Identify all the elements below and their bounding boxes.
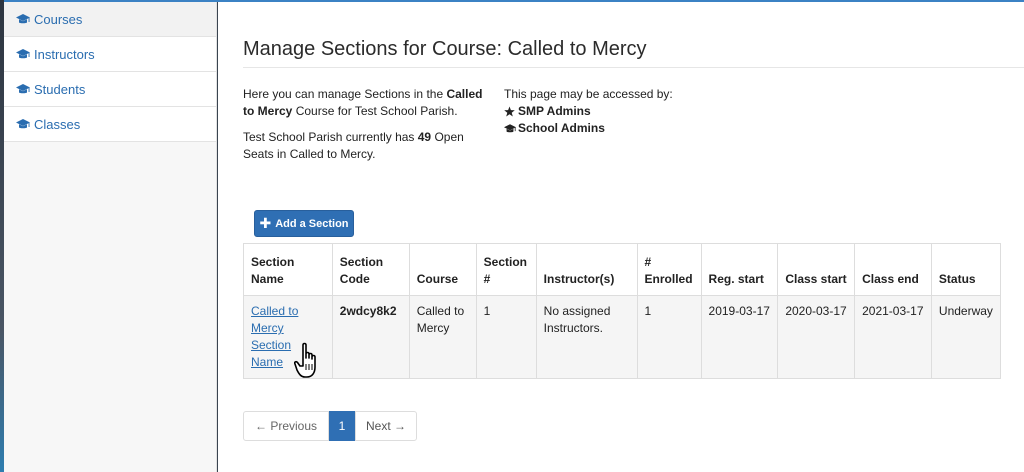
col-course[interactable]: Course — [408, 243, 477, 296]
hand-pointer-cursor-icon — [294, 342, 316, 378]
open-seats-count: 49 — [417, 130, 432, 144]
cell-class-start: 2020-03-17 — [777, 295, 856, 379]
previous-page-button[interactable]: ← Previous — [243, 411, 329, 441]
cell-status: Underway — [930, 295, 1002, 379]
col-enrolled[interactable]: # Enrolled — [636, 243, 702, 296]
role-label: SMP Admins — [518, 104, 591, 118]
seats-text-a: Test School Parish currently has — [243, 130, 418, 144]
main-content: Manage Sections for Course: Called to Me… — [218, 2, 1024, 472]
sidebar-item-label: Instructors — [34, 46, 95, 62]
plus-icon: ✚ — [259, 215, 272, 231]
intro-text: Here you can manage Sections in the Call… — [243, 86, 483, 172]
role-school-admins: School Admins — [504, 120, 673, 137]
col-status[interactable]: Status — [930, 243, 1002, 296]
graduation-cap-icon — [16, 13, 31, 25]
cell-section-number: 1 — [475, 295, 537, 379]
graduation-cap-icon — [16, 83, 31, 95]
section-name-link[interactable]: Called to Mercy Section Name — [251, 304, 298, 369]
role-smp-admins: SMP Admins — [504, 103, 673, 120]
sidebar-item-instructors[interactable]: Instructors — [4, 37, 216, 72]
page-title: Manage Sections for Course: Called to Me… — [243, 38, 647, 60]
add-section-button[interactable]: ✚ Add a Section — [254, 210, 354, 237]
sections-table: Section Name Section Code Course Section… — [243, 243, 1002, 379]
graduation-cap-icon — [16, 48, 31, 60]
col-class-end[interactable]: Class end — [854, 243, 932, 296]
sidebar: Courses Instructors Students Classes — [4, 2, 217, 472]
title-divider — [243, 67, 1024, 68]
pagination: ← Previous 1 Next → — [243, 411, 417, 441]
page-number-button[interactable]: 1 — [329, 411, 355, 441]
sidebar-item-label: Courses — [34, 11, 83, 27]
table-row: Called to Mercy Section Name 2wdcy8k2 Ca… — [243, 295, 1002, 379]
cell-enrolled: 1 — [636, 295, 702, 379]
cell-instructors: No assigned Instructors. — [535, 295, 638, 379]
access-info: This page may be accessed by: SMP Admins… — [504, 86, 673, 137]
col-section-code[interactable]: Section Code — [331, 243, 410, 296]
col-instructors[interactable]: Instructor(s) — [535, 243, 638, 296]
intro-paragraph: Here you can manage Sections in the Call… — [243, 86, 483, 120]
col-section-number[interactable]: Section # — [475, 243, 537, 296]
cell-section-code: 2wdcy8k2 — [331, 295, 410, 379]
sidebar-item-courses[interactable]: Courses — [4, 2, 216, 37]
cell-course: Called to Mercy — [408, 295, 477, 379]
col-section-name[interactable]: Section Name — [243, 243, 333, 296]
star-icon — [504, 106, 518, 117]
intro-text-b: Course for Test School Parish. — [292, 104, 458, 118]
col-class-start[interactable]: Class start — [777, 243, 856, 296]
cell-reg-start: 2019-03-17 — [700, 295, 779, 379]
access-heading: This page may be accessed by: — [504, 87, 673, 101]
seats-paragraph: Test School Parish currently has 49 Open… — [243, 129, 483, 163]
graduation-cap-icon — [504, 123, 518, 134]
col-reg-start[interactable]: Reg. start — [700, 243, 779, 296]
graduation-cap-icon — [16, 118, 31, 130]
sidebar-item-students[interactable]: Students — [4, 72, 216, 107]
sidebar-item-label: Students — [34, 81, 86, 97]
next-page-button[interactable]: Next → — [355, 411, 417, 441]
add-section-label: Add a Section — [275, 217, 349, 230]
intro-text-a: Here you can manage Sections in the — [243, 87, 444, 101]
table-header-row: Section Name Section Code Course Section… — [243, 243, 1002, 296]
sidebar-item-classes[interactable]: Classes — [4, 107, 216, 142]
cell-class-end: 2021-03-17 — [854, 295, 932, 379]
role-label: School Admins — [518, 121, 605, 135]
sidebar-item-label: Classes — [34, 116, 81, 132]
